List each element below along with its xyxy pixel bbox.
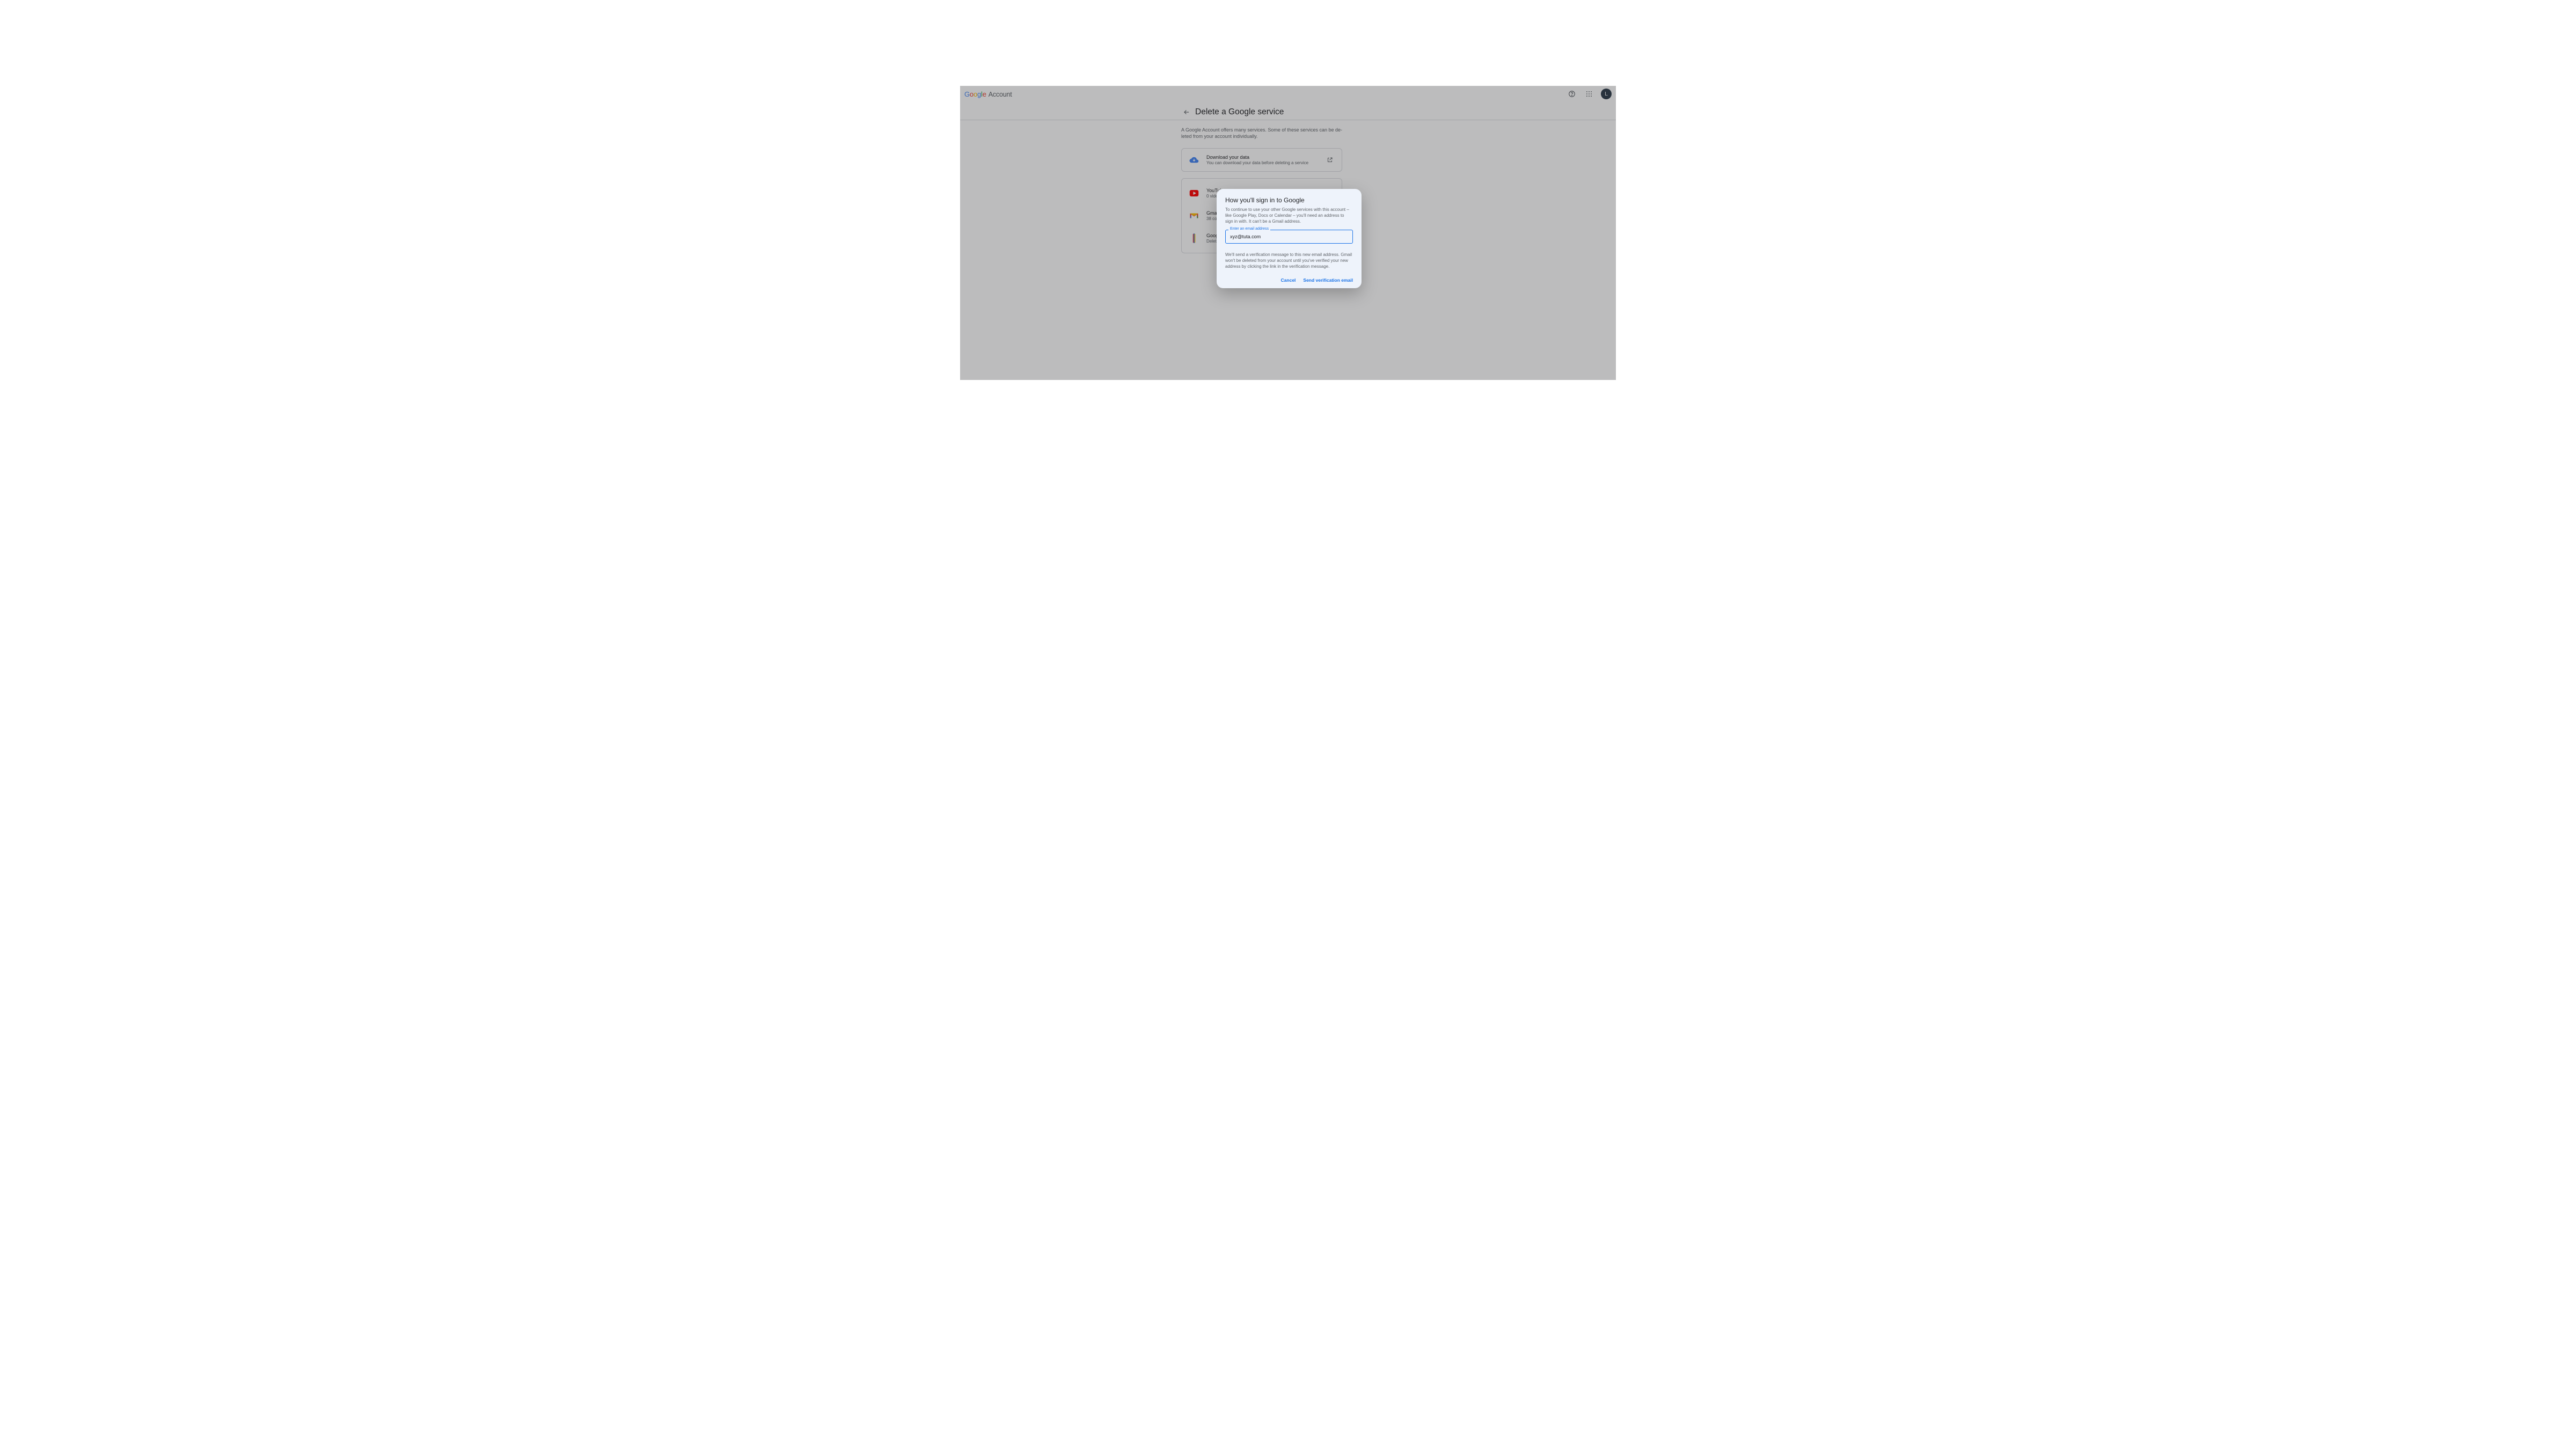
email-input[interactable]: [1225, 230, 1353, 244]
dialog-actions: Cancel Send verification email: [1225, 277, 1353, 283]
dialog-paragraph-1: To continue to use your other Google ser…: [1225, 207, 1353, 224]
app-window: Google Account L: [960, 86, 1616, 380]
dialog-paragraph-2: We'll send a verification message to thi…: [1225, 252, 1353, 269]
send-verification-button[interactable]: Send verification email: [1303, 277, 1353, 283]
signin-email-dialog: How you'll sign in to Google To continue…: [1217, 189, 1362, 288]
cancel-button[interactable]: Cancel: [1281, 277, 1296, 283]
email-field-wrap: Enter an email address: [1225, 230, 1353, 244]
dialog-title: How you'll sign in to Google: [1225, 196, 1353, 204]
email-field-label: Enter an email address: [1228, 227, 1270, 231]
